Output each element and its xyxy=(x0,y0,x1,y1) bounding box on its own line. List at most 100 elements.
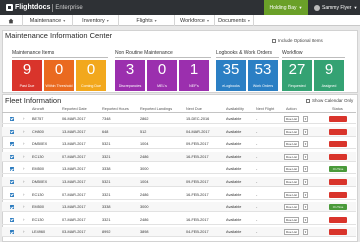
nav-inventory[interactable]: Inventory ▾ xyxy=(72,15,118,26)
column-header[interactable]: Action xyxy=(286,107,297,111)
chevron-right-icon[interactable]: › xyxy=(23,129,25,134)
table-row[interactable]: › EM500 13-MAR-2017 3338 3000 Available - Due L… xyxy=(2,202,356,213)
reported-hours-cell: 8992 xyxy=(102,230,111,235)
chevron-right-icon[interactable]: › xyxy=(23,166,25,171)
chevron-right-icon[interactable]: › xyxy=(23,204,25,209)
chevron-right-icon[interactable]: › xyxy=(23,217,25,222)
app-logo[interactable]: Flightdocs Enterprise xyxy=(6,3,83,12)
row-checkbox[interactable] xyxy=(10,230,14,235)
due-list-button[interactable]: Due List xyxy=(284,204,299,211)
nav-maintenance[interactable]: Maintenance ▾ xyxy=(22,15,72,26)
reported-date-cell: 13-MAR-2017 xyxy=(62,180,86,184)
chevron-right-icon[interactable]: › xyxy=(23,154,25,159)
row-checkbox[interactable] xyxy=(10,180,14,184)
availability-cell: Available xyxy=(226,230,242,235)
aircraft-cell[interactable]: EC130 xyxy=(32,155,44,159)
chevron-right-icon[interactable]: › xyxy=(23,141,25,146)
reported-hours-cell: 7348 xyxy=(102,117,111,121)
table-row[interactable]: › EM500 13-MAR-2017 3338 3000 Available - Due L… xyxy=(2,164,356,175)
checkbox[interactable] xyxy=(272,38,276,43)
due-list-button[interactable]: Due List xyxy=(284,191,299,198)
column-header[interactable]: Availability xyxy=(226,107,244,111)
home-button[interactable] xyxy=(4,16,18,25)
row-checkbox[interactable] xyxy=(10,192,14,197)
chevron-down-icon[interactable]: ▾ xyxy=(303,153,308,160)
row-checkbox[interactable] xyxy=(10,217,14,222)
chevron-down-icon[interactable]: ▾ xyxy=(303,128,308,135)
reported-hours-cell: 3321 xyxy=(102,192,111,197)
user-menu[interactable]: Sammy Flyer ▼ xyxy=(314,0,360,15)
chevron-down-icon[interactable]: ▾ xyxy=(303,116,308,122)
column-header[interactable]: Next Flight xyxy=(256,107,274,111)
chevron-down-icon[interactable]: ▾ xyxy=(303,204,308,211)
row-checkbox[interactable] xyxy=(10,117,14,121)
chevron-down-icon[interactable]: ▾ xyxy=(303,179,308,185)
chevron-right-icon[interactable]: › xyxy=(23,116,25,121)
table-row[interactable]: › EC130 07-MAR-2017 3321 2486 16-FEB-2017 Avai… xyxy=(2,215,356,225)
due-list-button[interactable]: Due List xyxy=(284,166,299,173)
tile-discrepancies[interactable]: 3 Discrepancies xyxy=(115,60,145,91)
row-checkbox[interactable] xyxy=(10,205,14,210)
chevron-right-icon[interactable]: › xyxy=(23,179,25,184)
chevron-down-icon[interactable]: ▾ xyxy=(303,191,308,198)
chevron-down-icon[interactable]: ▾ xyxy=(303,141,308,148)
tile-requested[interactable]: 27 Requested xyxy=(282,60,312,91)
nav-workforce[interactable]: Workforce ▾ xyxy=(174,15,214,26)
due-list-button[interactable]: Due List xyxy=(284,179,299,185)
tile-past-due[interactable]: 9 Past Due xyxy=(12,60,42,91)
tile-coming-due[interactable]: 0 Coming Due xyxy=(76,60,106,91)
table-row[interactable]: › LE4960 03-MAR-2017 8992 3898 04-FEB-2017 Ava… xyxy=(2,227,356,238)
chevron-down-icon[interactable]: ▾ xyxy=(303,166,308,173)
include-optional-toggle[interactable]: Include Optional Items xyxy=(272,38,323,43)
tile-label: Discrepancies xyxy=(118,84,142,88)
column-header[interactable]: Status xyxy=(332,107,343,111)
table-row[interactable]: › DM50EX 13-MAR-2017 5321 1004 09-FEB-2017 Ava… xyxy=(2,139,356,150)
aircraft-cell[interactable]: EC130 xyxy=(32,218,44,222)
holding-bay-button[interactable]: Holding Bay ▼ xyxy=(264,0,308,15)
aircraft-cell[interactable]: LE4960 xyxy=(32,230,45,234)
column-header[interactable]: Reported Hours xyxy=(102,107,129,111)
chevron-right-icon[interactable]: › xyxy=(23,192,25,197)
table-row[interactable]: › DM50EX 13-MAR-2017 5321 1004 09-FEB-2017 Ava… xyxy=(2,177,356,187)
chevron-down-icon[interactable]: ▾ xyxy=(303,229,308,236)
tile-elogbooks[interactable]: 35 eLogbooks xyxy=(216,60,246,91)
chevron-right-icon[interactable]: › xyxy=(23,229,25,234)
aircraft-cell[interactable]: CH800 xyxy=(32,130,44,134)
column-header[interactable]: Reported Landings xyxy=(140,107,172,111)
column-header[interactable]: Next Due xyxy=(186,107,202,111)
table-row[interactable]: › EC130 07-MAR-2017 3321 2486 16-FEB-2017 Avai… xyxy=(2,151,356,162)
nav-documents[interactable]: Documents ▾ xyxy=(214,15,254,26)
due-list-button[interactable]: Due List xyxy=(284,128,299,135)
row-checkbox[interactable] xyxy=(10,142,14,147)
tile-within-threshold[interactable]: 0 Within Threshold xyxy=(44,60,74,91)
row-checkbox[interactable] xyxy=(10,167,14,172)
aircraft-cell[interactable]: EM500 xyxy=(32,205,44,209)
tile-mels[interactable]: 0 MEL's xyxy=(147,60,177,91)
tile-work-orders[interactable]: 53 Work Orders xyxy=(248,60,278,91)
due-list-button[interactable]: Due List xyxy=(284,153,299,160)
column-header[interactable]: Aircraft xyxy=(32,107,44,111)
chevron-down-icon[interactable]: ▾ xyxy=(303,216,308,223)
aircraft-cell[interactable]: BE757 xyxy=(32,117,43,121)
due-list-button[interactable]: Due List xyxy=(284,229,299,236)
aircraft-cell[interactable]: EM500 xyxy=(32,167,44,171)
aircraft-cell[interactable]: EC130 xyxy=(32,193,44,197)
checkbox[interactable] xyxy=(306,98,310,103)
due-list-button[interactable]: Due List xyxy=(284,141,299,148)
column-header[interactable]: Reported Date xyxy=(62,107,87,111)
row-checkbox[interactable] xyxy=(10,154,14,159)
due-list-button[interactable]: Due List xyxy=(284,116,299,122)
avatar xyxy=(314,4,320,11)
table-row[interactable]: › CH800 13-MAR-2017 648 512 04-MAR-2017 Availa… xyxy=(2,126,356,137)
show-calendar-toggle[interactable]: Show Calendar Only xyxy=(306,98,353,103)
due-list-button[interactable]: Due List xyxy=(284,216,299,223)
nav-flights[interactable]: Flights ▾ xyxy=(118,15,174,26)
aircraft-cell[interactable]: DM50EX xyxy=(32,180,47,184)
table-row[interactable]: › BE757 06-MAR-2017 7348 2862 15-DEC-2016 Avai… xyxy=(2,114,356,124)
availability-cell: Available xyxy=(226,117,242,121)
row-checkbox[interactable] xyxy=(10,129,14,134)
tile-nefs[interactable]: 1 NEF's xyxy=(179,60,209,91)
table-row[interactable]: › EC130 07-MAR-2017 3321 2486 16-FEB-2017 Avai… xyxy=(2,190,356,200)
tile-assigned[interactable]: 9 Assigned xyxy=(314,60,344,91)
aircraft-cell[interactable]: DM50EX xyxy=(32,142,47,146)
